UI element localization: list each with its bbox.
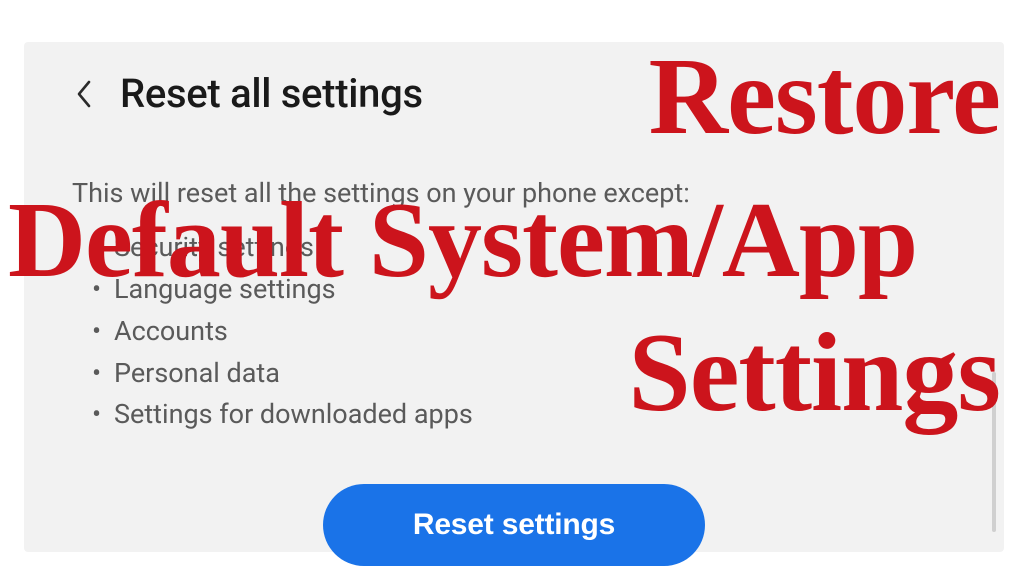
- button-container: Reset settings: [72, 484, 956, 566]
- header-row: Reset all settings: [72, 70, 956, 117]
- settings-panel: Reset all settings This will reset all t…: [24, 42, 1004, 552]
- list-item: Security settings: [92, 227, 956, 269]
- list-item: Settings for downloaded apps: [92, 394, 956, 436]
- list-item: Personal data: [92, 353, 956, 395]
- back-button[interactable]: [72, 75, 96, 113]
- reset-description: This will reset all the settings on your…: [72, 177, 956, 209]
- exception-list: Security settings Language settings Acco…: [72, 227, 956, 436]
- scrollbar-hint: [992, 372, 996, 532]
- list-item: Language settings: [92, 269, 956, 311]
- chevron-left-icon: [75, 78, 93, 110]
- reset-settings-button[interactable]: Reset settings: [323, 484, 705, 566]
- list-item: Accounts: [92, 311, 956, 353]
- page-title: Reset all settings: [120, 70, 423, 117]
